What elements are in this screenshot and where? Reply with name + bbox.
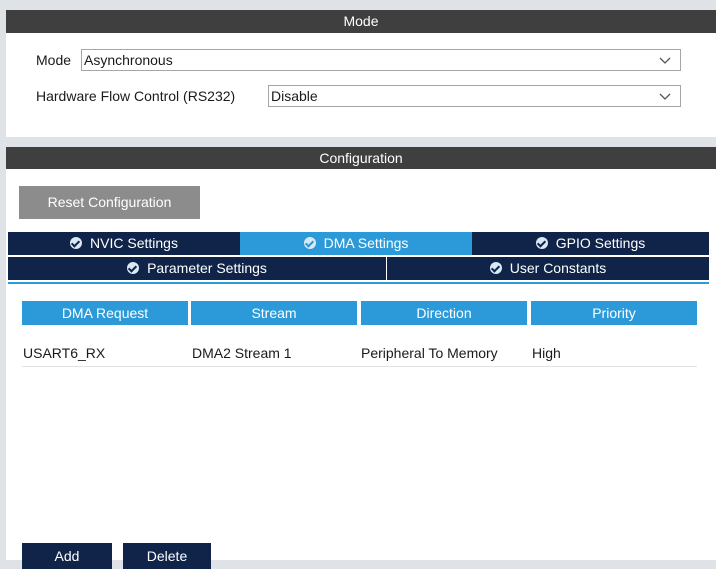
mode-label: Mode xyxy=(36,52,72,68)
reset-configuration-button[interactable]: Reset Configuration xyxy=(19,186,200,219)
cell-direction: Peripheral To Memory xyxy=(361,345,498,361)
tab-parameter-settings[interactable]: Parameter Settings xyxy=(8,257,386,280)
chevron-down-icon xyxy=(659,93,671,100)
check-circle-icon xyxy=(303,237,316,249)
flow-control-label: Hardware Flow Control (RS232) xyxy=(36,88,236,104)
cell-stream: DMA2 Stream 1 xyxy=(192,345,292,361)
tab-label: NVIC Settings xyxy=(90,235,178,251)
mode-section-header: Mode xyxy=(6,10,716,33)
configuration-section-header: Configuration xyxy=(6,147,716,169)
tab-label: User Constants xyxy=(509,260,607,276)
column-header-stream[interactable]: Stream xyxy=(191,301,357,325)
check-circle-icon xyxy=(489,262,502,274)
add-button[interactable]: Add xyxy=(22,543,112,569)
tab-nvic-settings[interactable]: NVIC Settings xyxy=(8,232,240,255)
configuration-header-text: Configuration xyxy=(319,150,403,166)
table-row[interactable] xyxy=(22,340,697,367)
tab-user-constants[interactable]: User Constants xyxy=(387,257,709,280)
column-header-dma-request[interactable]: DMA Request xyxy=(22,301,188,325)
top-strip xyxy=(0,0,716,10)
mode-header-text: Mode xyxy=(343,13,379,29)
column-header-priority[interactable]: Priority xyxy=(531,301,697,325)
check-circle-icon xyxy=(535,237,548,249)
tab-gpio-settings[interactable]: GPIO Settings xyxy=(472,232,709,255)
tab-label: GPIO Settings xyxy=(555,235,646,251)
tab-dma-settings[interactable]: DMA Settings xyxy=(240,232,472,255)
cell-priority: High xyxy=(532,345,561,361)
check-circle-icon xyxy=(127,262,140,274)
mode-select-value: Asynchronous xyxy=(84,52,173,68)
flow-control-value: Disable xyxy=(271,88,318,104)
column-header-direction[interactable]: Direction xyxy=(361,301,527,325)
mode-select[interactable]: Asynchronous xyxy=(81,49,681,71)
tab-label: DMA Settings xyxy=(323,235,409,251)
delete-button[interactable]: Delete xyxy=(123,543,211,569)
check-circle-icon xyxy=(70,237,83,249)
chevron-down-icon xyxy=(659,57,671,64)
cell-dma-request: USART6_RX xyxy=(23,345,106,361)
flow-control-select[interactable]: Disable xyxy=(268,85,681,107)
tab-label: Parameter Settings xyxy=(147,260,267,276)
